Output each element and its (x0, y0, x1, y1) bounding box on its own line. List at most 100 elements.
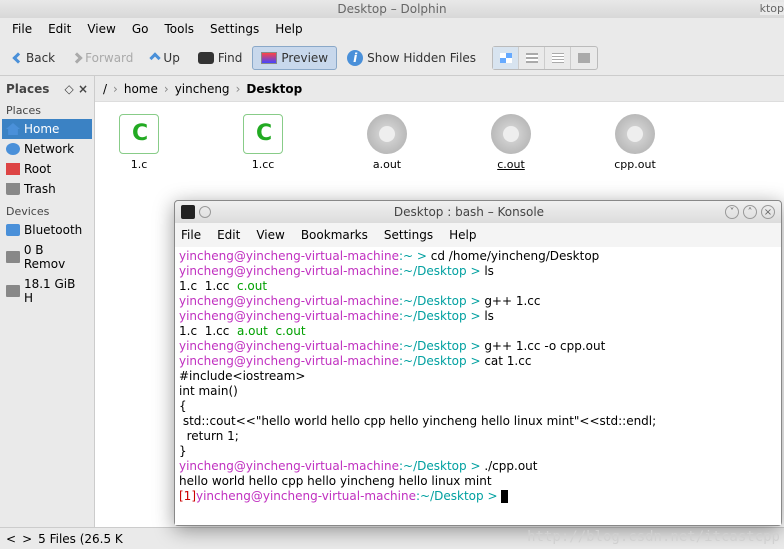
net-icon (6, 143, 20, 155)
konsole-title: Desktop : bash – Konsole (217, 205, 721, 219)
konsole-menu-edit[interactable]: Edit (217, 228, 240, 242)
terminal-line: return 1; (179, 429, 777, 444)
preview-label: Preview (281, 51, 328, 65)
back-label: Back (26, 51, 55, 65)
file-label: c.out (497, 158, 525, 171)
konsole-titlebar[interactable]: Desktop : bash – Konsole ˅ ˄ × (175, 201, 781, 223)
close-button[interactable]: × (761, 205, 775, 219)
sidebar-item-label: Network (24, 142, 74, 156)
file-label: 1.cc (252, 158, 275, 171)
up-button[interactable]: Up (143, 47, 187, 69)
icons-view-button[interactable] (493, 47, 519, 69)
terminal-line: 1.c 1.cc c.out (179, 279, 777, 294)
breadcrumb-segment[interactable]: / (103, 82, 107, 96)
c-file-icon (243, 114, 283, 154)
konsole-window[interactable]: Desktop : bash – Konsole ˅ ˄ × File Edit V… (174, 200, 782, 526)
places-panel-header: Places◇ × (2, 80, 92, 98)
status-text: 5 Files (26.5 K (38, 532, 123, 546)
konsole-menu-file[interactable]: File (181, 228, 201, 242)
menu-tools[interactable]: Tools (156, 20, 202, 38)
arrow-right-icon (71, 52, 82, 63)
dolphin-menubar: FileEditViewGoToolsSettingsHelp (0, 18, 784, 40)
details-view-button[interactable] (545, 47, 571, 69)
terminal-line: { (179, 399, 777, 414)
bt-icon (6, 224, 20, 236)
back-button[interactable]: Back (6, 47, 63, 69)
find-label: Find (218, 51, 243, 65)
menu-file[interactable]: File (4, 20, 40, 38)
terminal-line: int main() (179, 384, 777, 399)
sidebar-device-18.1[interactable]: 18.1 GiB H (2, 274, 92, 308)
sidebar-item-network[interactable]: Network (2, 139, 92, 159)
terminal-line: yincheng@yincheng-virtual-machine:~/Desk… (179, 309, 777, 324)
konsole-menu-bookmarks[interactable]: Bookmarks (301, 228, 368, 242)
sidebar-device-bluetooth[interactable]: Bluetooth (2, 220, 92, 240)
sidebar-device-0[interactable]: 0 B Remov (2, 240, 92, 274)
show-hidden-label: Show Hidden Files (367, 51, 476, 65)
maximize-button[interactable]: ˄ (743, 205, 757, 219)
sidebar-item-label: Bluetooth (24, 223, 82, 237)
konsole-menu-help[interactable]: Help (449, 228, 476, 242)
terminal-line: yincheng@yincheng-virtual-machine:~ > cd… (179, 249, 777, 264)
find-button[interactable]: Find (190, 47, 251, 69)
menu-help[interactable]: Help (267, 20, 310, 38)
terminal-line: yincheng@yincheng-virtual-machine:~/Desk… (179, 354, 777, 369)
breadcrumb-segment[interactable]: yincheng (175, 82, 230, 96)
trash-icon (6, 183, 20, 195)
icons-view-icon (500, 53, 512, 63)
menu-view[interactable]: View (79, 20, 123, 38)
terminal-line: yincheng@yincheng-virtual-machine:~/Desk… (179, 459, 777, 474)
sidebar-item-label: 0 B Remov (24, 243, 88, 271)
sidebar-item-root[interactable]: Root (2, 159, 92, 179)
file-label: cpp.out (614, 158, 656, 171)
breadcrumb-segment[interactable]: home (124, 82, 158, 96)
minimize-button[interactable]: ˅ (725, 205, 739, 219)
devices-group-title: Devices (2, 199, 92, 220)
konsole-menu-view[interactable]: View (256, 228, 284, 242)
konsole-menu-settings[interactable]: Settings (384, 228, 433, 242)
compact-view-button[interactable] (519, 47, 545, 69)
forward-label: Forward (85, 51, 133, 65)
menu-settings[interactable]: Settings (202, 20, 267, 38)
dolphin-toolbar: Back Forward Up Find Preview i Show Hidde… (0, 40, 784, 76)
details-view-icon (552, 53, 564, 63)
breadcrumb[interactable]: / › home › yincheng › Desktop (95, 76, 784, 102)
forward-button[interactable]: Forward (65, 47, 141, 69)
pin-icon[interactable] (199, 206, 211, 218)
chevron-right-icon: › (236, 82, 241, 96)
menu-edit[interactable]: Edit (40, 20, 79, 38)
c-file-icon (119, 114, 159, 154)
window-title: Desktop – Dolphin (0, 0, 784, 18)
menu-go[interactable]: Go (124, 20, 157, 38)
breadcrumb-segment[interactable]: Desktop (246, 82, 302, 96)
executable-icon (367, 114, 407, 154)
nav-prev-icon[interactable]: < (6, 532, 16, 546)
terminal-output[interactable]: yincheng@yincheng-virtual-machine:~ > cd… (175, 247, 781, 525)
info-icon: i (347, 50, 363, 66)
terminal-line: hello world hello cpp hello yincheng hel… (179, 474, 777, 489)
terminal-line: 1.c 1.cc a.out c.out (179, 324, 777, 339)
preview-icon (261, 52, 277, 64)
sidebar-item-label: Trash (24, 182, 56, 196)
view-mode-group (492, 46, 598, 70)
sidebar-item-label: 18.1 GiB H (24, 277, 88, 305)
terminal-cursor (501, 490, 508, 503)
show-hidden-button[interactable]: i Show Hidden Files (339, 46, 484, 70)
terminal-line: } (179, 444, 777, 459)
sidebar-item-home[interactable]: Home (2, 119, 92, 139)
arrow-left-icon (12, 52, 23, 63)
binoculars-icon (198, 52, 214, 64)
split-view-button[interactable] (571, 47, 597, 69)
konsole-app-icon (181, 205, 195, 219)
places-panel: Places◇ × Places HomeNetworkRootTrash De… (0, 76, 95, 527)
panel-dock-icon[interactable]: ◇ × (65, 82, 88, 96)
preview-button[interactable]: Preview (252, 46, 337, 70)
terminal-line: yincheng@yincheng-virtual-machine:~/Desk… (179, 339, 777, 354)
konsole-menubar: File Edit View Bookmarks Settings Help (175, 223, 781, 247)
nav-next-icon[interactable]: > (22, 532, 32, 546)
sidebar-item-trash[interactable]: Trash (2, 179, 92, 199)
file-item-1-c[interactable]: 1.c (107, 114, 171, 515)
chevron-right-icon: › (164, 82, 169, 96)
terminal-line: yincheng@yincheng-virtual-machine:~/Desk… (179, 264, 777, 279)
chevron-right-icon: › (113, 82, 118, 96)
